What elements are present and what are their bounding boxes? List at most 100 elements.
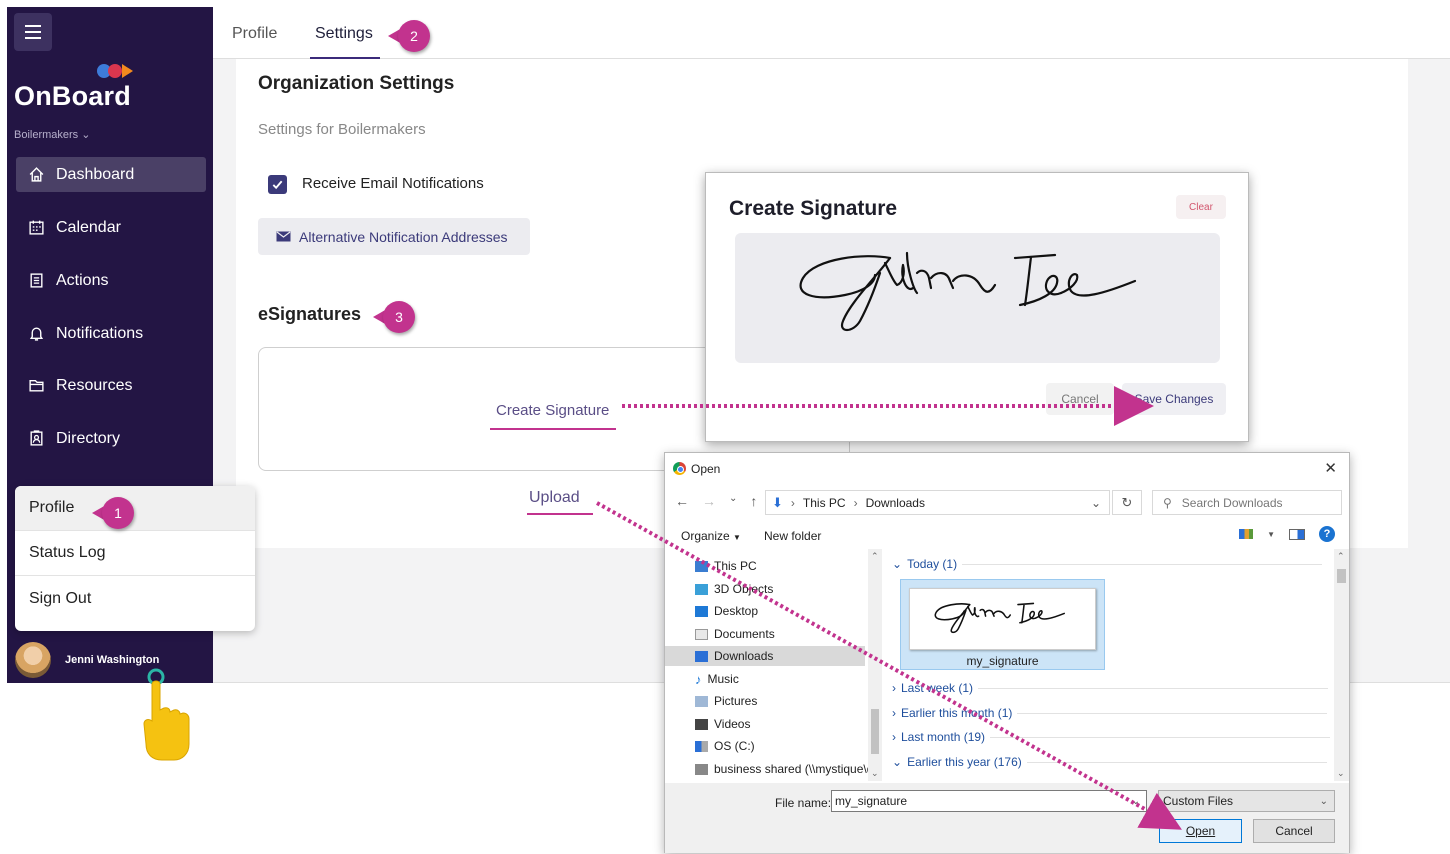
step-callout-1: 1 — [92, 497, 138, 529]
hamburger-menu-button[interactable] — [14, 13, 52, 51]
group-today[interactable]: ⌄ Today (1) — [892, 555, 1323, 573]
page-title: Organization Settings — [258, 73, 455, 94]
organize-button[interactable]: Organize ▼ — [681, 529, 741, 543]
signature-pad[interactable] — [735, 233, 1220, 363]
recent-dropdown-icon[interactable]: ⌄ — [729, 493, 737, 509]
tree-item-this-pc[interactable]: This PC — [695, 556, 757, 576]
tree-item-3d-objects[interactable]: 3D Objects — [695, 579, 773, 599]
avatar — [15, 642, 51, 678]
cancel-button[interactable]: Cancel — [1046, 383, 1114, 415]
nav-item-notifications[interactable]: Notifications — [16, 316, 206, 351]
scroll-up-icon[interactable]: ⌃ — [1337, 551, 1345, 562]
tab-profile[interactable]: Profile — [232, 25, 277, 43]
scrollbar-thumb[interactable] — [871, 709, 879, 754]
clear-button[interactable]: Clear — [1176, 195, 1226, 219]
breadcrumb-downloads[interactable]: Downloads — [866, 496, 925, 510]
chevron-down-icon[interactable]: ⌄ — [1091, 496, 1101, 510]
scroll-up-icon[interactable]: ⌃ — [871, 551, 879, 562]
contact-card-icon — [16, 430, 56, 447]
search-input[interactable]: ⚲ Search Downloads — [1152, 490, 1342, 515]
up-arrow-icon[interactable]: ↑ — [750, 493, 757, 509]
scroll-down-icon[interactable]: ⌄ — [871, 768, 879, 779]
open-button[interactable]: Open — [1159, 819, 1242, 843]
alternative-addresses-button[interactable]: Alternative Notification Addresses — [258, 218, 530, 255]
nav-label: Directory — [56, 429, 121, 447]
file-name-input[interactable]: my_signature ⌄ — [831, 790, 1147, 812]
create-signature-link[interactable]: Create Signature — [496, 402, 609, 419]
close-icon[interactable]: ✕ — [1324, 459, 1337, 477]
chevron-right-icon: › — [892, 681, 896, 695]
group-label: Today (1) — [907, 557, 958, 571]
tree-item-music[interactable]: ♪ Music — [695, 669, 739, 689]
tree-item-business-shared[interactable]: business shared (\\mystique\da — [695, 759, 868, 779]
tree-label: Music — [707, 672, 739, 686]
nav-item-resources[interactable]: Resources — [16, 368, 206, 403]
tree-item-desktop[interactable]: Desktop — [695, 601, 758, 621]
dialog-toolbar: Organize ▼ New folder ▼ ? — [665, 523, 1349, 549]
scrollbar-thumb[interactable] — [1337, 569, 1346, 583]
tree-item-downloads[interactable]: Downloads — [665, 646, 865, 666]
desktop-icon — [695, 605, 708, 617]
clipboard-icon — [16, 272, 56, 289]
create-signature-modal: Create Signature Clear Cancel Save Chang… — [705, 172, 1249, 442]
nav-item-directory[interactable]: Directory — [16, 421, 206, 456]
group-label: Last month (19) — [901, 730, 986, 744]
chevron-right-icon: › — [892, 706, 896, 720]
pictures-icon — [695, 695, 708, 707]
tree-item-documents[interactable]: Documents — [695, 624, 775, 644]
file-list: ⌄ Today (1) my_signature › Last week (1)… — [882, 549, 1334, 781]
scroll-down-icon[interactable]: ⌄ — [1337, 768, 1345, 779]
group-last-week[interactable]: › Last week (1) — [892, 679, 1329, 697]
envelope-icon — [276, 231, 291, 242]
modal-title: Create Signature — [729, 197, 898, 220]
tree-item-pictures[interactable]: Pictures — [695, 691, 757, 711]
tab-settings[interactable]: Settings — [315, 25, 373, 43]
chevron-down-icon: ⌄ — [1319, 795, 1328, 807]
file-list-scrollbar[interactable]: ⌃ ⌄ — [1334, 549, 1349, 781]
forward-arrow-icon[interactable]: → — [702, 493, 716, 509]
upload-link[interactable]: Upload — [529, 489, 580, 507]
preview-pane-icon[interactable] — [1289, 528, 1305, 540]
refresh-icon[interactable]: ↻ — [1112, 490, 1142, 515]
tree-label: Desktop — [714, 604, 759, 618]
esignatures-heading: eSignatures — [258, 304, 362, 324]
menu-item-sign-out[interactable]: Sign Out — [15, 576, 255, 621]
menu-item-status-log[interactable]: Status Log — [15, 531, 255, 576]
nav-item-actions[interactable]: Actions — [16, 263, 206, 298]
upload-underline — [527, 513, 593, 515]
group-divider — [1017, 712, 1328, 714]
chevron-right-icon: › — [892, 730, 896, 744]
new-folder-button[interactable]: New folder — [764, 529, 821, 543]
breadcrumb-this-pc[interactable]: This PC — [803, 496, 846, 510]
tree-label: business shared (\\mystique\da — [714, 762, 868, 776]
group-last-month[interactable]: › Last month (19) — [892, 728, 1331, 746]
tree-item-os-c[interactable]: OS (C:) — [695, 736, 755, 756]
nav-item-calendar[interactable]: Calendar — [16, 210, 206, 245]
file-item-my-signature[interactable]: my_signature — [900, 579, 1105, 670]
file-type-value: Custom Files — [1163, 794, 1234, 808]
nav-item-dashboard[interactable]: Dashboard — [16, 157, 206, 192]
onboard-logo-icon — [97, 64, 133, 78]
save-changes-button[interactable]: Save Changes — [1122, 383, 1226, 415]
address-bar[interactable]: ⬇ › This PC › Downloads ⌄ — [765, 490, 1110, 515]
bell-icon — [16, 325, 56, 342]
download-folder-icon — [695, 650, 708, 662]
group-earlier-this-year[interactable]: ⌄ Earlier this year (176) — [892, 753, 1327, 771]
chevron-down-icon: ⌄ — [81, 129, 91, 141]
caret-down-icon[interactable]: ▼ — [1267, 530, 1275, 539]
file-type-select[interactable]: Custom Files ⌄ — [1158, 790, 1335, 812]
tree-label: 3D Objects — [714, 582, 774, 596]
tree-item-videos[interactable]: Videos — [695, 714, 750, 734]
email-notifications-checkbox[interactable] — [268, 175, 287, 194]
dialog-cancel-button[interactable]: Cancel — [1253, 819, 1335, 843]
org-switcher[interactable]: Boilermakers ⌄ — [14, 128, 90, 141]
email-notifications-label: Receive Email Notifications — [302, 175, 484, 192]
group-earlier-this-month[interactable]: › Earlier this month (1) — [892, 704, 1328, 722]
help-icon[interactable]: ? — [1319, 526, 1335, 542]
group-divider — [1026, 761, 1327, 763]
chevron-down-icon: ⌄ — [892, 557, 903, 571]
back-arrow-icon[interactable]: ← — [675, 493, 689, 509]
folder-tree-scrollbar[interactable]: ⌃ ⌄ — [868, 549, 882, 781]
change-view-icon[interactable] — [1239, 529, 1254, 539]
chevron-down-icon[interactable]: ⌄ — [1132, 796, 1140, 807]
